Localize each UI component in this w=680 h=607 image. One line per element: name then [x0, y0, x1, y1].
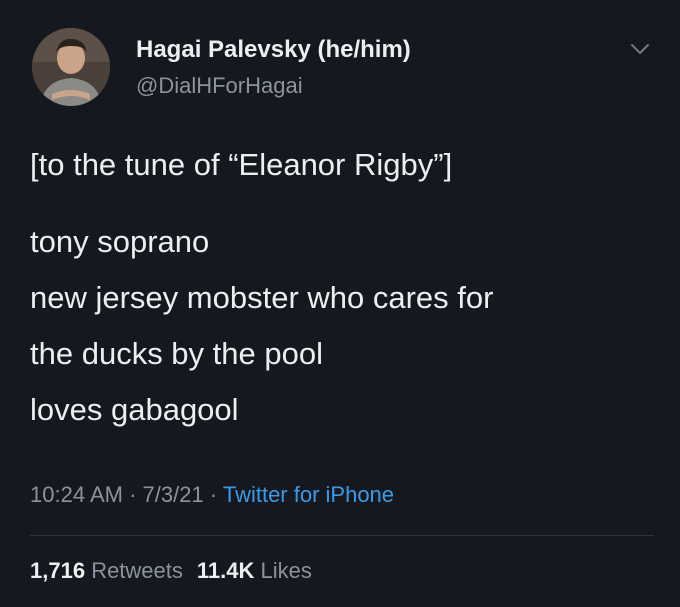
likes-count: 11.4K	[196, 558, 255, 583]
tweet-line: loves gabagool	[30, 392, 239, 427]
retweets-label: Retweets	[91, 558, 183, 583]
author-handle[interactable]: @DialHForHagai	[136, 73, 303, 99]
tweet-line: tony soprano	[30, 224, 210, 259]
author-display-name[interactable]: Hagai Palevsky (he/him)	[136, 36, 411, 64]
tweet-body: tony soprano new jersey mobster who care…	[30, 224, 660, 448]
tweet-time[interactable]: 10:24 AM	[30, 482, 123, 507]
retweets-stat[interactable]: 1,716 Retweets	[30, 558, 183, 583]
tweet-source-link[interactable]: Twitter for iPhone	[223, 482, 394, 507]
meta-separator: ·	[122, 482, 143, 507]
likes-stat[interactable]: 11.4K Likes	[197, 558, 312, 583]
chevron-down-icon[interactable]	[626, 38, 654, 60]
likes-label: Likes	[260, 558, 312, 583]
tweet-stats: 1,716 Retweets 11.4K Likes	[30, 558, 312, 584]
tweet-meta: 10:24 AM · 7/3/21 · Twitter for iPhone	[30, 482, 394, 508]
meta-separator: ·	[203, 482, 223, 507]
tweet-lead-text: [to the tune of “Eleanor Rigby”]	[30, 147, 453, 182]
divider	[30, 535, 654, 536]
tweet-line: new jersey mobster who cares for	[30, 280, 494, 315]
avatar[interactable]	[32, 28, 110, 106]
tweet-date[interactable]: 7/3/21	[143, 482, 204, 507]
tweet-card: Hagai Palevsky (he/him) @DialHForHagai […	[0, 0, 680, 607]
retweets-count: 1,716	[30, 558, 86, 583]
tweet-line: the ducks by the pool	[30, 336, 323, 371]
